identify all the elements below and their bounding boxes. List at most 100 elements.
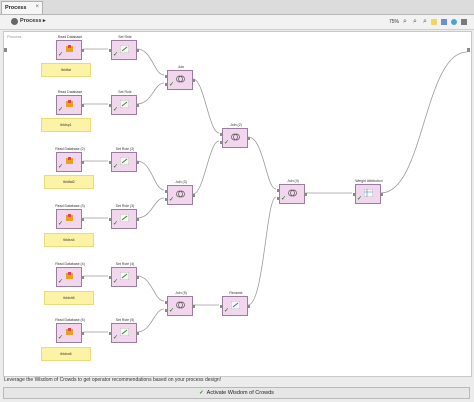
output-port[interactable] [192,79,195,82]
input-port[interactable] [165,190,168,193]
note[interactable]: tbldsh5 [44,291,94,305]
operator-join[interactable]: Join (5) ✓ [165,291,195,316]
join-icon [231,133,240,141]
output-port[interactable] [136,332,139,335]
operator-set-role[interactable]: Set Role ✓ [109,90,139,115]
output-port[interactable] [304,193,307,196]
operator-weight-attribution[interactable]: Weight Attribution ✓ [353,179,383,204]
operator-read-database[interactable]: Read Database (3) ✓ [55,204,85,229]
output-port[interactable] [136,104,139,107]
output-port[interactable] [81,104,84,107]
operator-join[interactable]: Join (2) ✓ [220,123,250,148]
close-icon[interactable]: × [35,4,39,10]
zoom-in-icon[interactable]: ⌕ [401,18,409,26]
output-port[interactable] [247,137,250,140]
input-port[interactable] [220,133,223,136]
ok-check-icon: ✓ [113,107,119,113]
ok-check-icon: ✓ [113,164,119,170]
input-port[interactable] [109,104,112,107]
input-port[interactable] [277,189,280,192]
output-port[interactable] [247,305,250,308]
input-port[interactable] [4,48,7,52]
operator-join[interactable]: Join ✓ [165,65,195,90]
operator-read-database[interactable]: Read Database (5) ✓ [55,318,85,343]
note[interactable]: tbldfat [41,63,91,77]
output-port[interactable] [136,276,139,279]
operator-read-database[interactable]: Read Database (4) ✓ [55,262,85,287]
ok-check-icon: ✓ [169,82,175,88]
input-port[interactable] [109,332,112,335]
set-role-icon [120,45,129,53]
set-role-icon [120,272,129,280]
zoom-fit-icon[interactable]: ⌕ [421,18,429,26]
operator-join[interactable]: Join (3) ✓ [165,180,195,205]
operator-read-database[interactable]: Read Database (2) ✓ [55,147,85,172]
set-role-icon [120,214,129,222]
input-port[interactable] [109,49,112,52]
note[interactable]: tbldsp1 [41,118,91,132]
input-port[interactable] [165,301,168,304]
input-port[interactable] [109,276,112,279]
operator-read-database[interactable]: Read Database ✓ [56,90,84,115]
output-port[interactable] [81,276,84,279]
ok-check-icon: ✓ [224,308,230,314]
more-icon[interactable] [461,19,467,25]
operator-set-role[interactable]: Set Role (2) ✓ [109,147,139,172]
ok-check-icon: ✓ [281,196,287,202]
note[interactable]: tbldfat2 [44,175,94,189]
zoom-out-icon[interactable]: ⌕ [411,18,419,26]
input-port[interactable] [109,218,112,221]
join-icon [176,190,185,198]
operator-join[interactable]: Join (4) ✓ [277,179,307,204]
database-icon [66,214,73,221]
layout-icon[interactable] [441,19,447,25]
output-port[interactable] [136,49,139,52]
input-port[interactable] [353,193,356,196]
input-port[interactable] [277,197,280,200]
result-port[interactable] [467,48,470,52]
output-port[interactable] [81,218,84,221]
output-port[interactable] [136,218,139,221]
operator-set-role[interactable]: Set Role ✓ [109,35,139,60]
input-port[interactable] [165,75,168,78]
operator-set-role[interactable]: Set Role (3) ✓ [109,204,139,229]
input-port[interactable] [165,83,168,86]
ok-check-icon: ✓ [113,221,119,227]
database-icon [66,45,73,52]
note[interactable]: tbldsn6 [41,347,91,361]
operator-set-role[interactable]: Set Role (5) ✓ [109,318,139,343]
output-port[interactable] [192,194,195,197]
ok-check-icon: ✓ [169,308,175,314]
join-icon [176,75,185,83]
activate-wisdom-of-crowds-button[interactable]: ✓ Activate Wisdom of Crowds [3,387,470,399]
add-note-icon[interactable] [431,19,437,25]
tab-process[interactable]: Process × [1,1,43,14]
ok-check-icon: ✓ [224,140,230,146]
output-port[interactable] [81,49,84,52]
process-toolbar: Process ▸ 75% ⌕ ⌕ ⌕ [0,15,474,30]
process-canvas[interactable]: Process Read Database ✓ tbldfat Set Role… [3,31,472,377]
process-breadcrumb[interactable]: Process ▸ [20,18,46,24]
ok-check-icon: ✓ [113,279,119,285]
input-port[interactable] [220,141,223,144]
output-port[interactable] [192,305,195,308]
output-port[interactable] [380,193,383,196]
operator-read-database[interactable]: Read Database ✓ [56,35,84,60]
operator-set-role[interactable]: Set Role (4) ✓ [109,262,139,287]
ok-check-icon: ✓ [58,107,64,113]
ok-check-icon: ✓ [58,335,64,341]
rename-icon [231,301,240,309]
input-port[interactable] [220,305,223,308]
note[interactable]: tbldsn4 [44,233,94,247]
join-icon [288,189,297,197]
zoom-level: 75% [389,19,400,25]
output-port[interactable] [81,332,84,335]
output-port[interactable] [81,161,84,164]
output-port[interactable] [136,161,139,164]
input-port[interactable] [165,309,168,312]
input-port[interactable] [165,198,168,201]
operator-rename[interactable]: Rename ✓ [220,291,250,316]
auto-wire-icon[interactable] [451,19,457,25]
database-icon [66,328,73,335]
input-port[interactable] [109,161,112,164]
